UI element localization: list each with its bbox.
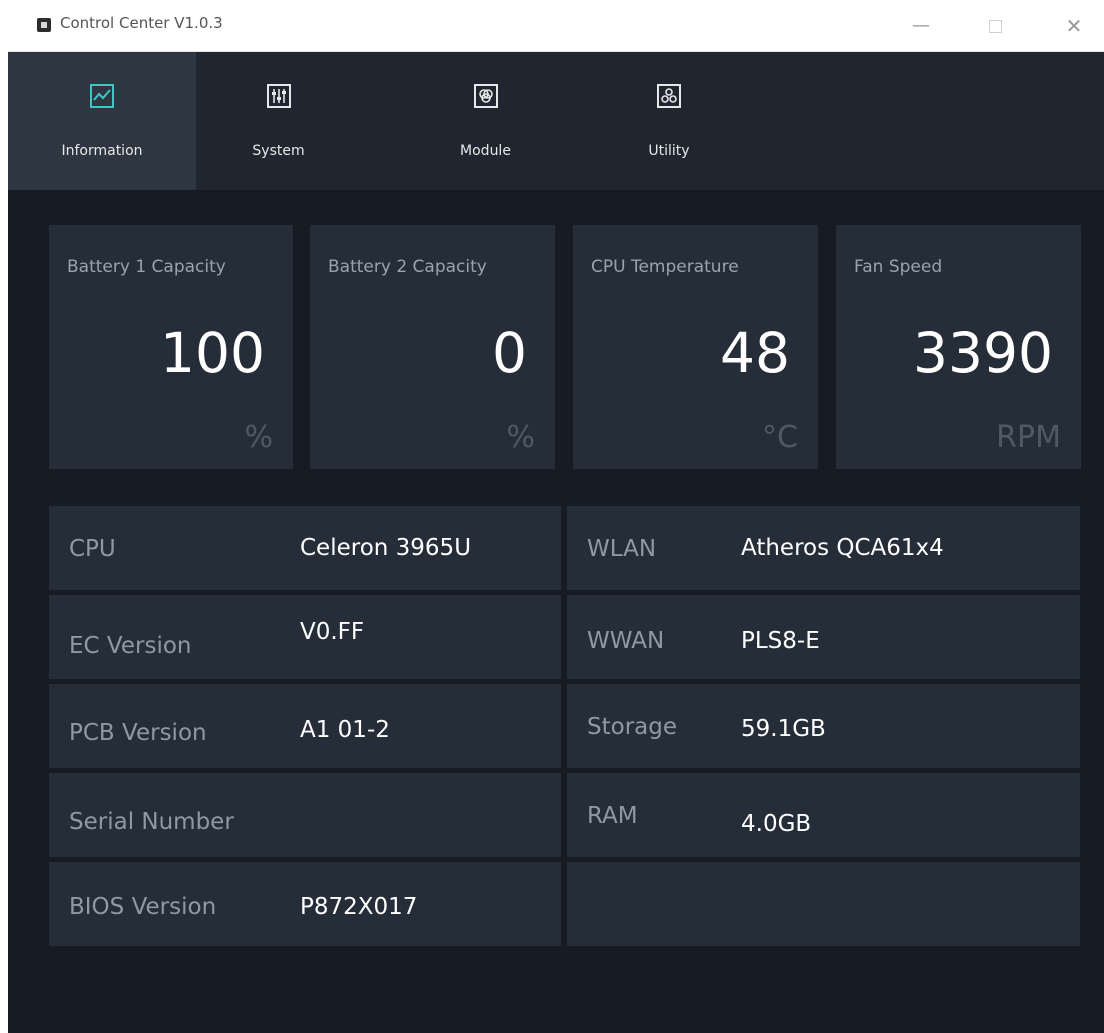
app-icon [37,18,51,32]
info-label: RAM [587,803,638,829]
battery2-card: Battery 2 Capacity 0 % [310,225,555,469]
card-unit: % [506,420,535,455]
info-label: CPU [69,536,116,562]
utility-icon [657,84,681,108]
card-title: CPU Temperature [591,257,739,277]
info-value: PLS8-E [741,628,820,654]
info-label: EC Version [69,633,192,659]
info-row-cpu: CPU Celeron 3965U [49,506,561,590]
card-value: 100 [160,321,265,385]
info-row-empty [567,862,1080,946]
info-row-serial-number: Serial Number [49,773,561,857]
info-label: BIOS Version [69,894,217,920]
maximize-icon [988,19,1002,33]
info-row-pcb-version: PCB Version A1 01-2 [49,684,561,768]
tab-label: Module [460,143,511,159]
title-bar: Control Center V1.0.3 — ✕ [8,0,1104,52]
minimize-button[interactable]: — [901,8,941,44]
tab-system[interactable]: System [201,52,356,190]
info-row-ec-version: EC Version V0.FF [49,595,561,679]
tab-module[interactable]: Module [398,52,573,190]
card-title: Fan Speed [854,257,943,277]
card-title: Battery 2 Capacity [328,257,487,277]
tab-label: System [252,143,305,159]
battery1-card: Battery 1 Capacity 100 % [49,225,293,469]
sliders-icon [266,84,291,108]
info-value: Atheros QCA61x4 [741,535,944,561]
info-label: PCB Version [69,720,207,746]
info-label: WLAN [587,536,657,562]
tab-label: Utility [648,143,690,159]
control-center-window: Control Center V1.0.3 — ✕ Information Sy… [8,0,1104,1033]
card-unit: RPM [996,420,1061,455]
tab-information[interactable]: Information [8,52,196,190]
info-label: WWAN [587,628,665,654]
info-value: Celeron 3965U [300,535,472,561]
info-label: Storage [587,714,677,740]
cpu-temperature-card: CPU Temperature 48 °C [573,225,818,469]
module-icon [473,84,498,108]
card-value: 0 [492,321,527,385]
info-row-ram: RAM 4.0GB [567,773,1080,857]
window-title: Control Center V1.0.3 [60,14,223,32]
info-label: Serial Number [69,809,234,835]
tab-label: Information [61,143,143,159]
info-value: 4.0GB [741,811,812,837]
card-title: Battery 1 Capacity [67,257,226,277]
info-value: 59.1GB [741,716,826,742]
card-value: 48 [720,321,790,385]
fan-speed-card: Fan Speed 3390 RPM [836,225,1081,469]
close-button[interactable]: ✕ [1054,8,1094,44]
card-unit: °C [762,420,798,455]
info-value: P872X017 [300,894,418,920]
card-unit: % [244,420,273,455]
info-value: A1 01-2 [300,717,390,743]
top-navigation: Information System Module Utility [8,52,1104,190]
line-chart-icon [90,84,114,108]
maximize-button[interactable] [975,8,1015,44]
info-row-wlan: WLAN Atheros QCA61x4 [567,506,1080,590]
info-value: V0.FF [300,619,365,645]
info-row-storage: Storage 59.1GB [567,684,1080,768]
tab-utility[interactable]: Utility [586,52,752,190]
card-value: 3390 [913,321,1053,385]
info-row-bios-version: BIOS Version P872X017 [49,862,561,946]
info-row-wwan: WWAN PLS8-E [567,595,1080,679]
